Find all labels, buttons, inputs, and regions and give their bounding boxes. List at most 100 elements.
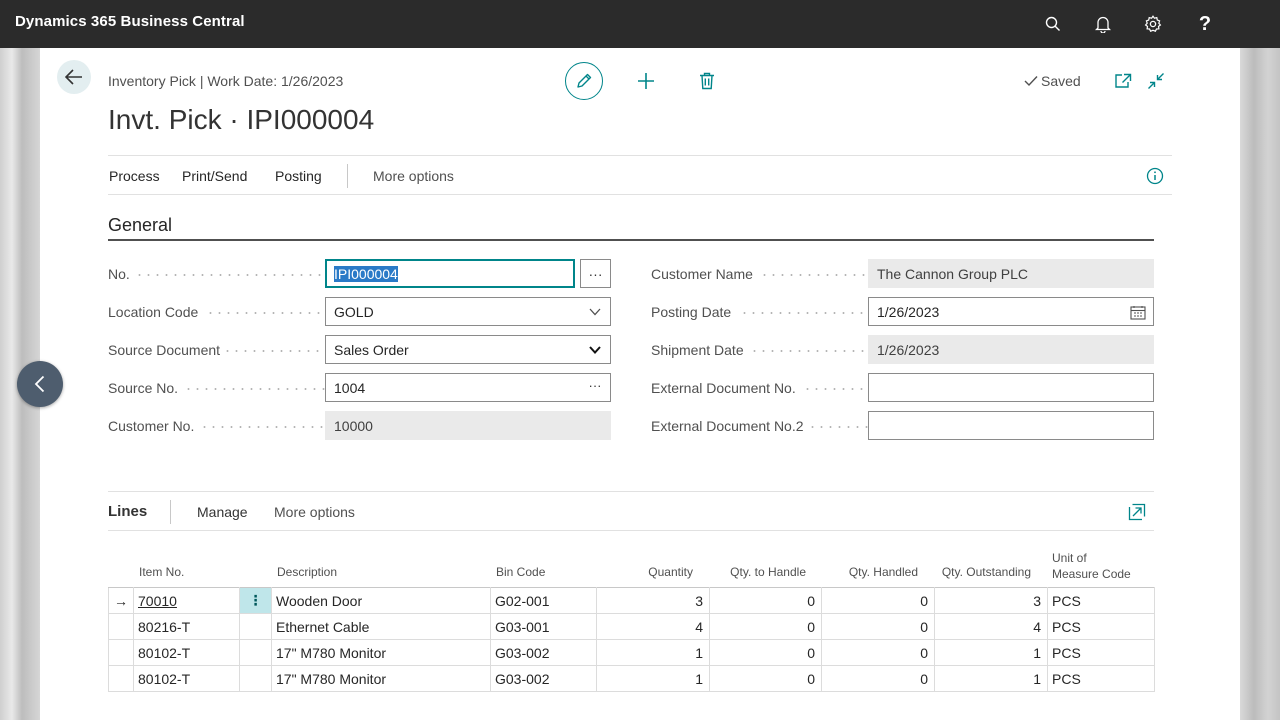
delete-button[interactable] xyxy=(695,69,719,93)
page-panel: Inventory Pick | Work Date: 1/26/2023 In… xyxy=(40,48,1240,720)
action-posting[interactable]: Posting xyxy=(275,168,322,184)
row-selector[interactable] xyxy=(108,665,134,692)
col-uom-line1[interactable]: Unit of xyxy=(1052,551,1087,565)
edit-button[interactable] xyxy=(565,62,603,100)
cell-bin-code[interactable]: G02-001 xyxy=(490,587,597,614)
cell-item-no[interactable]: 70010 xyxy=(133,587,240,614)
chevron-down-icon[interactable] xyxy=(587,342,603,358)
cell-qty-to-handle[interactable]: 0 xyxy=(709,587,822,614)
no-field[interactable]: IPI000004 xyxy=(325,259,575,288)
col-qty-outstanding[interactable]: Qty. Outstanding xyxy=(930,565,1031,579)
leader-dots xyxy=(750,350,868,352)
label-location-code: Location Code xyxy=(108,304,199,320)
external-document-no-2-field[interactable] xyxy=(868,411,1154,440)
cell-quantity[interactable]: 4 xyxy=(596,613,710,640)
lines-title[interactable]: Lines xyxy=(108,503,147,520)
cell-item-no[interactable]: 80102-T xyxy=(133,639,240,666)
bell-icon[interactable] xyxy=(1091,12,1115,36)
leader-dots xyxy=(206,312,325,314)
ellipsis-icon[interactable]: ··· xyxy=(587,377,603,393)
col-qty-to-handle[interactable]: Qty. to Handle xyxy=(710,565,806,579)
pencil-icon xyxy=(577,73,592,88)
row-selector[interactable] xyxy=(108,639,134,666)
action-process[interactable]: Process xyxy=(109,168,160,184)
action-print-send[interactable]: Print/Send xyxy=(182,168,247,184)
cell-qty-outstanding[interactable]: 4 xyxy=(934,613,1048,640)
table-row[interactable]: 80102-T 17" M780 Monitor G03-002 1 0 0 1… xyxy=(108,639,1155,666)
cell-bin-code[interactable]: G03-001 xyxy=(490,613,597,640)
col-uom-line2[interactable]: Measure Code xyxy=(1052,567,1131,581)
table-row[interactable]: 80216-T Ethernet Cable G03-001 4 0 0 4 P… xyxy=(108,613,1155,640)
table-row[interactable]: → 70010 ⋮ Wooden Door G02-001 3 0 0 3 PC… xyxy=(108,587,1155,614)
expand-icon[interactable] xyxy=(1128,503,1146,521)
cell-quantity[interactable]: 1 xyxy=(596,665,710,692)
cell-qty-handled[interactable]: 0 xyxy=(821,587,935,614)
col-item-no[interactable]: Item No. xyxy=(139,565,184,579)
cell-qty-handled[interactable]: 0 xyxy=(821,613,935,640)
cell-bin-code[interactable]: G03-002 xyxy=(490,665,597,692)
gear-icon[interactable] xyxy=(1141,12,1165,36)
item-no-link[interactable]: 70010 xyxy=(138,593,177,609)
cell-qty-to-handle[interactable]: 0 xyxy=(709,665,822,692)
cell-quantity[interactable]: 3 xyxy=(596,587,710,614)
chevron-down-icon[interactable] xyxy=(587,304,603,320)
source-no-field[interactable]: 1004 ··· xyxy=(325,373,611,402)
external-document-no-field[interactable] xyxy=(868,373,1154,402)
cell-qty-outstanding[interactable]: 3 xyxy=(934,587,1048,614)
row-menu-cell[interactable] xyxy=(239,665,272,692)
cell-qty-to-handle[interactable]: 0 xyxy=(709,639,822,666)
location-code-value: GOLD xyxy=(334,304,374,320)
lines-more-options[interactable]: More options xyxy=(274,504,355,520)
leader-dots xyxy=(184,388,325,390)
lines-grid: → 70010 ⋮ Wooden Door G02-001 3 0 0 3 PC… xyxy=(108,587,1155,692)
action-more-options[interactable]: More options xyxy=(373,168,454,184)
collapse-button[interactable] xyxy=(1144,69,1168,93)
cell-uom[interactable]: PCS xyxy=(1047,665,1155,692)
cell-qty-outstanding[interactable]: 1 xyxy=(934,639,1048,666)
table-row[interactable]: 80102-T 17" M780 Monitor G03-002 1 0 0 1… xyxy=(108,665,1155,692)
posting-date-value: 1/26/2023 xyxy=(877,304,940,320)
no-assist-button[interactable]: ··· xyxy=(580,259,611,288)
cell-qty-outstanding[interactable]: 1 xyxy=(934,665,1048,692)
info-icon[interactable] xyxy=(1145,166,1165,186)
cell-uom[interactable]: PCS xyxy=(1047,639,1155,666)
cell-item-no[interactable]: 80216-T xyxy=(133,613,240,640)
back-button[interactable] xyxy=(57,60,91,94)
cell-uom[interactable]: PCS xyxy=(1047,613,1155,640)
open-new-window-icon xyxy=(1115,73,1132,88)
new-button[interactable] xyxy=(634,69,658,93)
open-new-window-button[interactable] xyxy=(1111,69,1135,93)
source-document-select[interactable]: Sales Order xyxy=(325,335,611,364)
leader-dots xyxy=(760,274,868,276)
search-icon[interactable] xyxy=(1041,12,1065,36)
row-menu-cell[interactable] xyxy=(239,613,272,640)
col-bin-code[interactable]: Bin Code xyxy=(496,565,545,579)
cell-qty-handled[interactable]: 0 xyxy=(821,665,935,692)
app-title: Dynamics 365 Business Central xyxy=(15,13,245,30)
cell-qty-to-handle[interactable]: 0 xyxy=(709,613,822,640)
calendar-icon[interactable] xyxy=(1130,304,1146,320)
cell-qty-handled[interactable]: 0 xyxy=(821,639,935,666)
cell-bin-code[interactable]: G03-002 xyxy=(490,639,597,666)
previous-page-button[interactable] xyxy=(17,361,63,407)
check-icon xyxy=(1024,76,1038,87)
row-selector[interactable] xyxy=(108,613,134,640)
cell-description[interactable]: 17" M780 Monitor xyxy=(271,639,491,666)
cell-uom[interactable]: PCS xyxy=(1047,587,1155,614)
col-qty-handled[interactable]: Qty. Handled xyxy=(820,565,918,579)
col-description[interactable]: Description xyxy=(277,565,337,579)
row-menu-cell[interactable] xyxy=(239,639,272,666)
cell-description[interactable]: Ethernet Cable xyxy=(271,613,491,640)
general-section-title[interactable]: General xyxy=(108,215,172,236)
lines-manage[interactable]: Manage xyxy=(197,504,248,520)
cell-description[interactable]: 17" M780 Monitor xyxy=(271,665,491,692)
cell-description[interactable]: Wooden Door xyxy=(271,587,491,614)
col-quantity[interactable]: Quantity xyxy=(600,565,693,579)
cell-item-no[interactable]: 80102-T xyxy=(133,665,240,692)
posting-date-field[interactable]: 1/26/2023 xyxy=(868,297,1154,326)
cell-quantity[interactable]: 1 xyxy=(596,639,710,666)
row-menu-button[interactable]: ⋮ xyxy=(239,587,272,614)
location-code-field[interactable]: GOLD xyxy=(325,297,611,326)
help-icon[interactable]: ? xyxy=(1193,12,1217,36)
current-row-arrow-icon: → xyxy=(108,587,134,614)
